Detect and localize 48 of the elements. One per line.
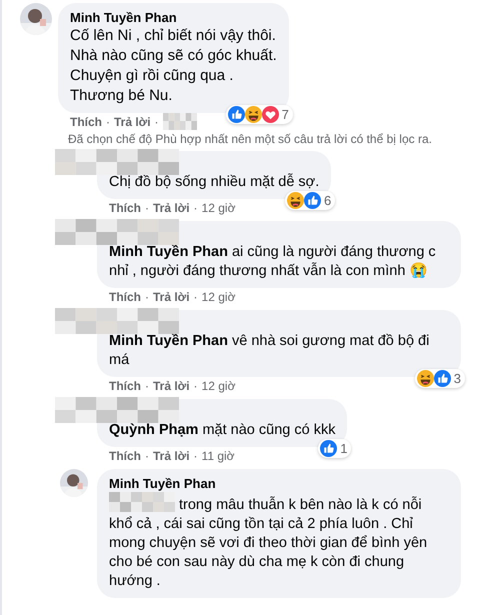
comment-text: Minh Tuyền Phan vê nhà soi gương mat đồ bộ đi má xyxy=(109,332,430,370)
like-link[interactable]: Thích xyxy=(109,201,141,216)
comment-text: Cố lên Ni , chỉ biết nói vậy thôi. Nhà nào cũng sẽ có góc khuất. Chuyện gì rồi cũng qua . Thương bé Nu. xyxy=(70,26,277,106)
comment-time: 12 giờ xyxy=(202,379,236,394)
laughing-face-icon xyxy=(287,192,304,209)
separator-dot: · xyxy=(194,201,198,216)
separator-dot: · xyxy=(194,449,198,464)
comment-text: trong mâu thuẫn k bên nào là k có nỗi khổ cả , cái sai cũng tồn tại cả 2 phía luôn . Chỉ mong chuyện sẽ vơi đi theo thời gian để bình yên cho bé con sau này dù cha mẹ k còn đi chung hướng . xyxy=(109,492,449,591)
reply-link[interactable]: Trả lời xyxy=(114,115,151,130)
comment-text: Minh Tuyền Phan ai cũng là người đáng thương c nhỉ , người đáng thương nhất vẫn là con mình 😭 xyxy=(109,243,437,281)
separator-dot: · xyxy=(145,201,149,216)
reaction-summary[interactable]: 3 xyxy=(414,369,465,388)
reaction-count: 7 xyxy=(282,107,289,122)
separator-dot: · xyxy=(145,449,149,464)
reaction-summary[interactable]: 7 xyxy=(226,105,293,124)
comment-text: Chị đồ bộ sống nhiều mặt dễ sợ. xyxy=(109,173,320,192)
separator-dot: · xyxy=(194,379,198,394)
filter-notice: Đã chọn chế độ Phù hợp nhất nên một số câu trả lời có thể bị lọc ra. xyxy=(68,132,432,146)
comment-time: 11 giờ xyxy=(202,449,235,464)
separator-dot: · xyxy=(145,379,149,394)
comment-time: 12 giờ xyxy=(202,201,236,216)
laughing-face-icon xyxy=(244,106,262,123)
like-link[interactable]: Thích xyxy=(109,290,141,305)
separator-dot: · xyxy=(145,290,149,305)
reply-link[interactable]: Trả lời xyxy=(153,290,190,305)
separator-dot: · xyxy=(106,115,110,130)
like-link[interactable]: Thích xyxy=(70,115,102,130)
separator-dot: · xyxy=(194,290,198,305)
like-reaction-icon xyxy=(228,106,245,123)
laughing-face-icon xyxy=(416,370,434,387)
reply-link[interactable]: Trả lời xyxy=(153,449,190,464)
like-reaction-icon xyxy=(434,370,451,387)
reaction-summary[interactable]: 6 xyxy=(285,191,336,210)
reaction-count: 3 xyxy=(454,371,461,386)
like-reaction-icon xyxy=(320,440,338,457)
comment-time: 12 giờ xyxy=(202,290,236,305)
like-reaction-icon xyxy=(304,192,321,209)
comment-text: Quỳnh Phạm mặt nào cũng có kkk xyxy=(109,421,336,440)
reply-link[interactable]: Trả lời xyxy=(153,379,190,394)
reaction-summary[interactable]: 1 xyxy=(318,439,352,458)
like-link[interactable]: Thích xyxy=(109,379,141,394)
separator-dot: · xyxy=(154,115,159,130)
reaction-count: 1 xyxy=(340,441,348,456)
like-link[interactable]: Thích xyxy=(109,449,141,464)
author-name: Minh Tuyền Phan xyxy=(70,9,178,26)
reply-link[interactable]: Trả lời xyxy=(153,201,190,216)
author-name: Minh Tuyền Phan xyxy=(109,475,217,492)
reaction-count: 6 xyxy=(324,193,332,208)
